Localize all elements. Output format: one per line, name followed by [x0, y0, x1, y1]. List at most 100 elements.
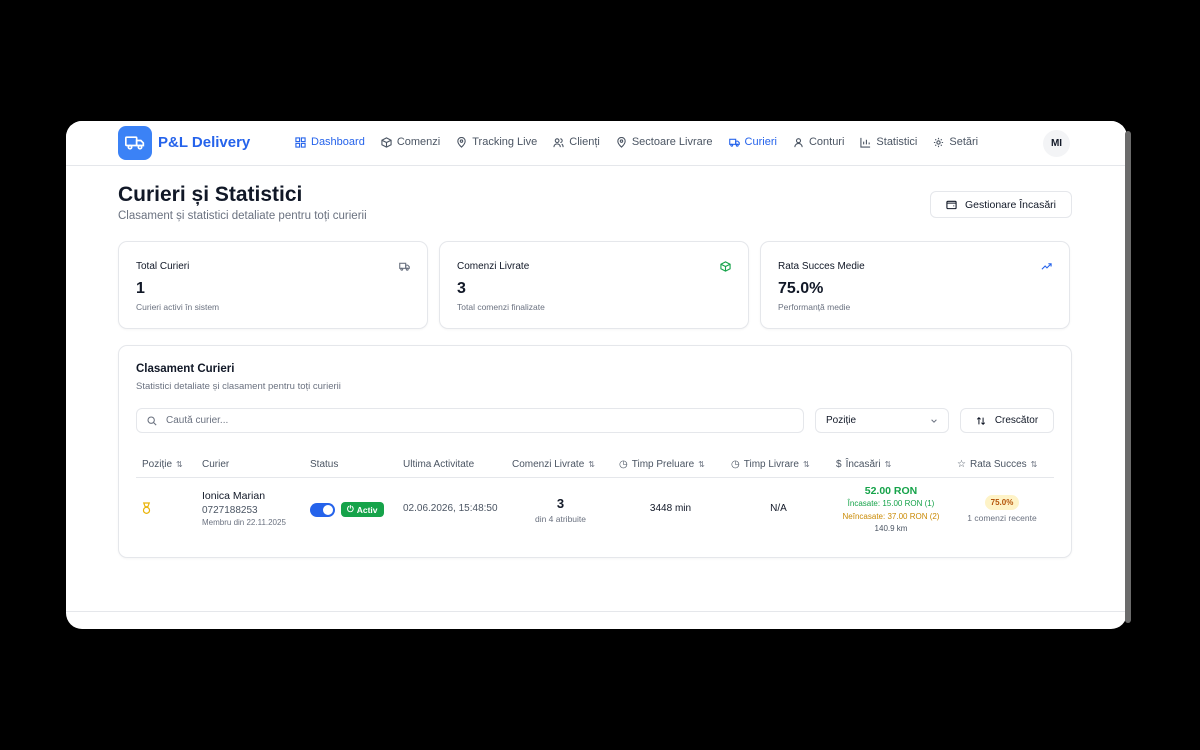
logo-icon	[118, 126, 152, 160]
orders-assigned: din 4 atribuite	[534, 514, 587, 524]
main-nav: Dashboard Comenzi Tracking Live Clienți …	[295, 136, 978, 148]
avatar[interactable]: MI	[1043, 130, 1070, 157]
nav-label: Comenzi	[396, 136, 441, 148]
status-badge: ⏻ Activ	[341, 502, 384, 517]
search-input[interactable]	[164, 414, 768, 427]
courier-phone: 0727188253	[202, 505, 258, 516]
nav-tracking-live[interactable]: Tracking Live	[456, 136, 537, 148]
nav-label: Conturi	[808, 136, 845, 148]
header-label: Curier	[202, 459, 230, 470]
stat-label: Total Curieri	[136, 261, 190, 272]
search-icon	[147, 415, 157, 426]
manage-income-button[interactable]: Gestionare Încasări	[930, 191, 1072, 218]
truck-icon	[399, 262, 410, 271]
clock-icon: ◷	[619, 459, 628, 470]
sort-order-button[interactable]: Crescător	[960, 408, 1054, 433]
grid-icon	[295, 136, 306, 148]
app-name: P&L Delivery	[158, 134, 251, 151]
nav-curieri[interactable]: Curieri	[728, 136, 777, 148]
status-toggle[interactable]	[310, 503, 335, 517]
chart-icon	[860, 137, 871, 148]
chevron-down-icon	[931, 418, 937, 423]
courier-ranking-card: Clasament Curieri Statistici detaliate ș…	[118, 345, 1072, 558]
header-label: Încasări	[845, 459, 881, 470]
top-navbar: P&L Delivery Dashboard Comenzi Tracking …	[66, 121, 1127, 166]
nav-setari[interactable]: Setări	[933, 136, 978, 148]
courier-member-since: Membru din 22.11.2025	[202, 518, 286, 527]
ranking-subtitle: Statistici detaliate și clasament pentru…	[136, 381, 341, 392]
distance: 140.9 km	[874, 524, 908, 533]
users-icon	[553, 137, 564, 147]
stat-description: Curieri activi în sistem	[136, 302, 220, 312]
stat-label: Comenzi Livrate	[457, 261, 530, 272]
last-activity: 02.06.2026, 15:48:50	[403, 503, 498, 514]
sort-icon: ⇅	[588, 460, 595, 469]
nav-label: Curieri	[744, 136, 777, 148]
user-icon	[794, 137, 803, 147]
header-label: Ultima Activitate	[403, 459, 475, 470]
box-icon	[381, 136, 392, 148]
recent-orders: 1 comenzi recente	[967, 513, 1037, 523]
stat-card-success-rate: Rata Succes Medie 75.0% Performanță medi…	[760, 241, 1070, 329]
app-window: P&L Delivery Dashboard Comenzi Tracking …	[66, 121, 1127, 629]
nav-dashboard[interactable]: Dashboard	[295, 136, 365, 148]
delivery-time: N/A	[770, 503, 787, 514]
header-label: Status	[310, 459, 339, 470]
column-header-pickup-time[interactable]: ◷ Timp Preluare ⇅	[619, 459, 705, 470]
stat-label: Rata Succes Medie	[778, 261, 865, 272]
pin-icon	[457, 136, 466, 148]
trending-up-icon	[1041, 263, 1052, 270]
column-header-last-activity: Ultima Activitate	[403, 459, 474, 470]
pin-icon	[617, 136, 626, 148]
column-header-delivery-time[interactable]: ◷ Timp Livrare ⇅	[731, 459, 810, 470]
column-header-delivered-orders[interactable]: Comenzi Livrate ⇅	[512, 459, 595, 470]
nav-statistici[interactable]: Statistici	[860, 136, 917, 148]
header-label: Comenzi Livrate	[512, 459, 585, 470]
sort-field-select[interactable]: Poziție	[815, 408, 949, 433]
income-uncollected: Neîncasate: 37.00 RON (2)	[842, 512, 940, 521]
medal-icon	[142, 502, 151, 514]
truck-icon	[728, 138, 740, 147]
stat-value: 75.0%	[778, 280, 824, 297]
nav-label: Dashboard	[311, 136, 365, 148]
column-header-position[interactable]: Poziție ⇅	[142, 459, 183, 470]
sort-icon: ⇅	[698, 460, 705, 469]
footer-divider	[66, 611, 1127, 612]
column-header-income[interactable]: $ Încasări ⇅	[836, 459, 891, 470]
stat-card-delivered-orders: Comenzi Livrate 3 Total comenzi finaliza…	[439, 241, 749, 329]
wallet-icon	[946, 200, 957, 210]
search-field[interactable]	[136, 408, 804, 433]
income-total: 52.00 RON	[864, 485, 918, 497]
stat-description: Total comenzi finalizate	[457, 302, 545, 312]
sort-arrows-icon	[976, 416, 985, 425]
nav-clienti[interactable]: Clienți	[553, 136, 600, 148]
header-label: Timp Livrare	[743, 459, 799, 470]
nav-comenzi[interactable]: Comenzi	[381, 136, 440, 148]
income-collected: Încasate: 15.00 RON (1)	[847, 499, 935, 508]
header-divider	[136, 477, 1054, 478]
nav-label: Setări	[949, 136, 979, 148]
stat-value: 1	[136, 280, 145, 297]
column-header-success-rate[interactable]: ☆ Rata Succes ⇅	[957, 459, 1037, 470]
sort-order-label: Crescător	[994, 415, 1039, 426]
sort-icon: ⇅	[176, 460, 183, 469]
nav-conturi[interactable]: Conturi	[793, 136, 844, 148]
power-icon: ⏻	[347, 504, 354, 514]
status-label: Activ	[356, 504, 378, 515]
stat-description: Performanță medie	[778, 302, 851, 312]
button-label: Gestionare Încasări	[964, 198, 1057, 211]
stat-card-total-couriers: Total Curieri 1 Curieri activi în sistem	[118, 241, 428, 329]
select-value: Poziție	[826, 415, 857, 426]
column-header-courier: Curier	[202, 459, 229, 470]
nav-label: Tracking Live	[472, 136, 538, 148]
success-rate-badge: 75.0%	[985, 495, 1019, 510]
sort-icon: ⇅	[884, 460, 892, 469]
nav-label: Sectoare Livrare	[631, 136, 713, 148]
header-label: Poziție	[142, 459, 173, 470]
box-icon	[720, 261, 731, 272]
page-subtitle: Clasament și statistici detaliate pentru…	[118, 210, 367, 222]
gear-icon	[934, 137, 944, 147]
scrollbar[interactable]	[1125, 131, 1131, 623]
nav-sectoare-livrare[interactable]: Sectoare Livrare	[616, 136, 713, 148]
pickup-time: 3448 min	[649, 503, 692, 514]
